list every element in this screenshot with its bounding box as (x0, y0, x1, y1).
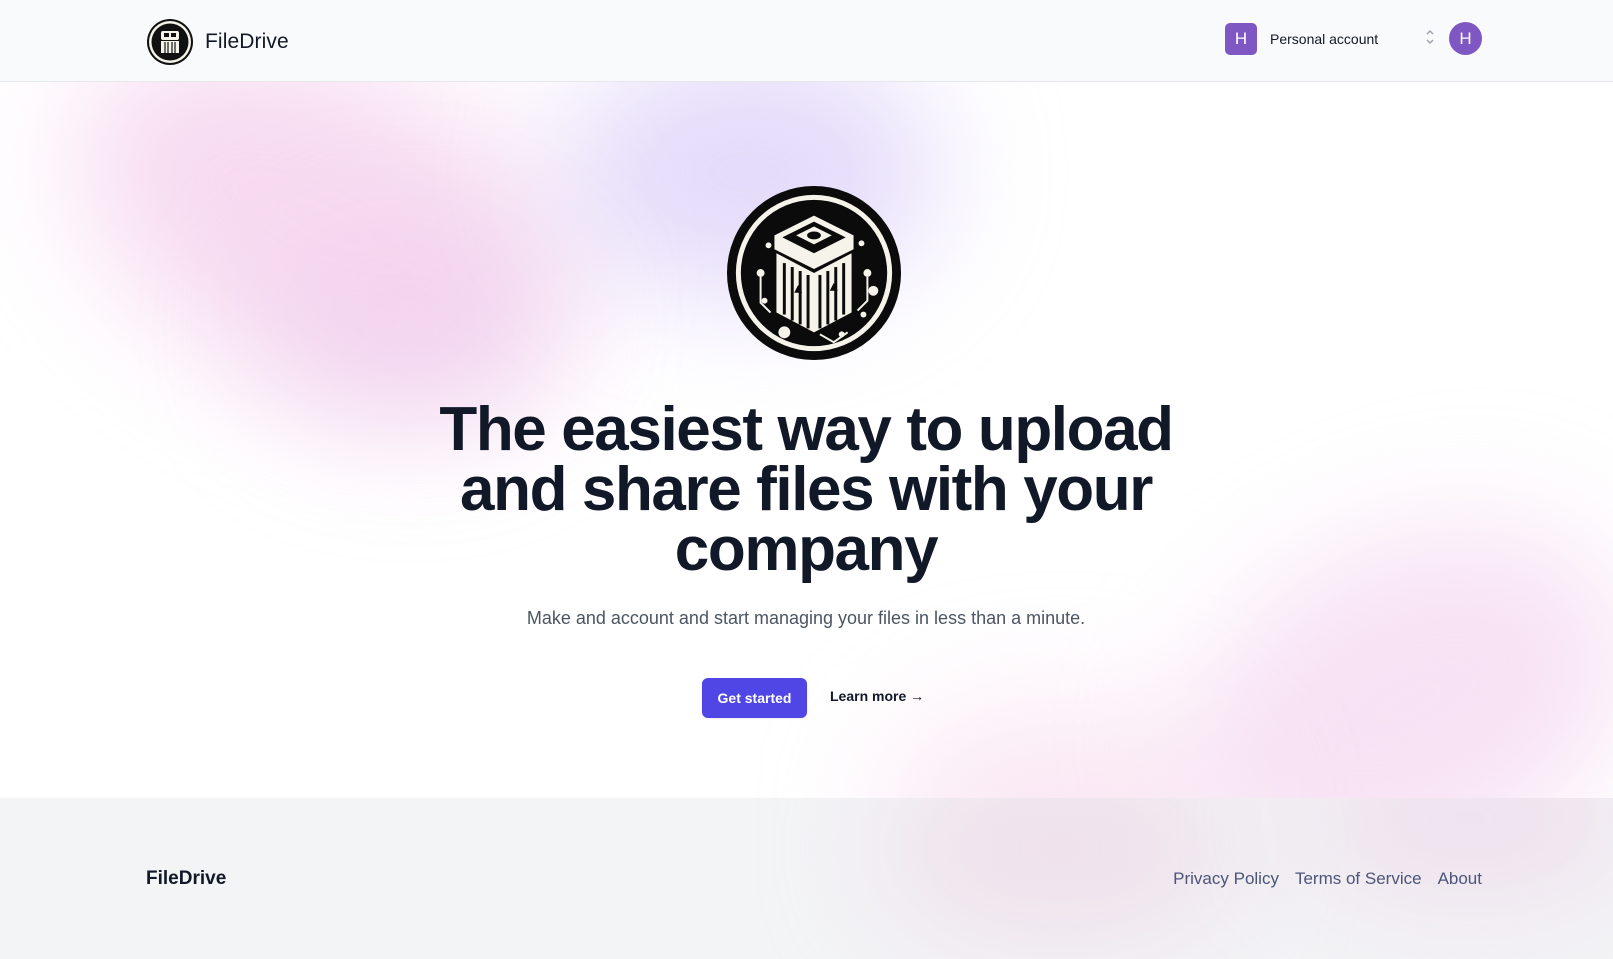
background-gradient (880, 702, 1240, 798)
hero-subheadline: Make and account and start managing your… (526, 608, 1086, 628)
privacy-policy-link[interactable]: Privacy Policy (1173, 869, 1279, 889)
org-avatar: H (1225, 23, 1257, 55)
account-switcher[interactable]: H Personal account (1225, 22, 1435, 56)
background-gradient (880, 798, 1240, 938)
account-label: Personal account (1270, 31, 1379, 47)
hero-headline: The easiest way to upload and share file… (439, 395, 1174, 584)
circuit-file-logo-icon (726, 185, 902, 361)
learn-more-link[interactable]: Learn more → (830, 688, 924, 704)
page: FileDrive H Personal account H The easie… (0, 0, 1613, 959)
filedrive-logo-icon (147, 19, 193, 65)
about-link[interactable]: About (1438, 869, 1482, 889)
brand-link[interactable]: FileDrive (147, 19, 289, 65)
top-navbar: FileDrive H Personal account H (0, 0, 1613, 82)
user-avatar[interactable]: H (1449, 22, 1482, 55)
hero-section: The easiest way to upload and share file… (0, 82, 1613, 798)
footer-brand: FileDrive (146, 868, 227, 889)
chevron-up-down-icon (1425, 28, 1435, 46)
terms-of-service-link[interactable]: Terms of Service (1295, 869, 1422, 889)
brand-name: FileDrive (205, 30, 289, 53)
get-started-button[interactable]: Get started (702, 678, 807, 718)
footer: FileDrive Privacy Policy Terms of Servic… (0, 798, 1613, 959)
footer-links: Privacy Policy Terms of Service About (1173, 869, 1482, 889)
